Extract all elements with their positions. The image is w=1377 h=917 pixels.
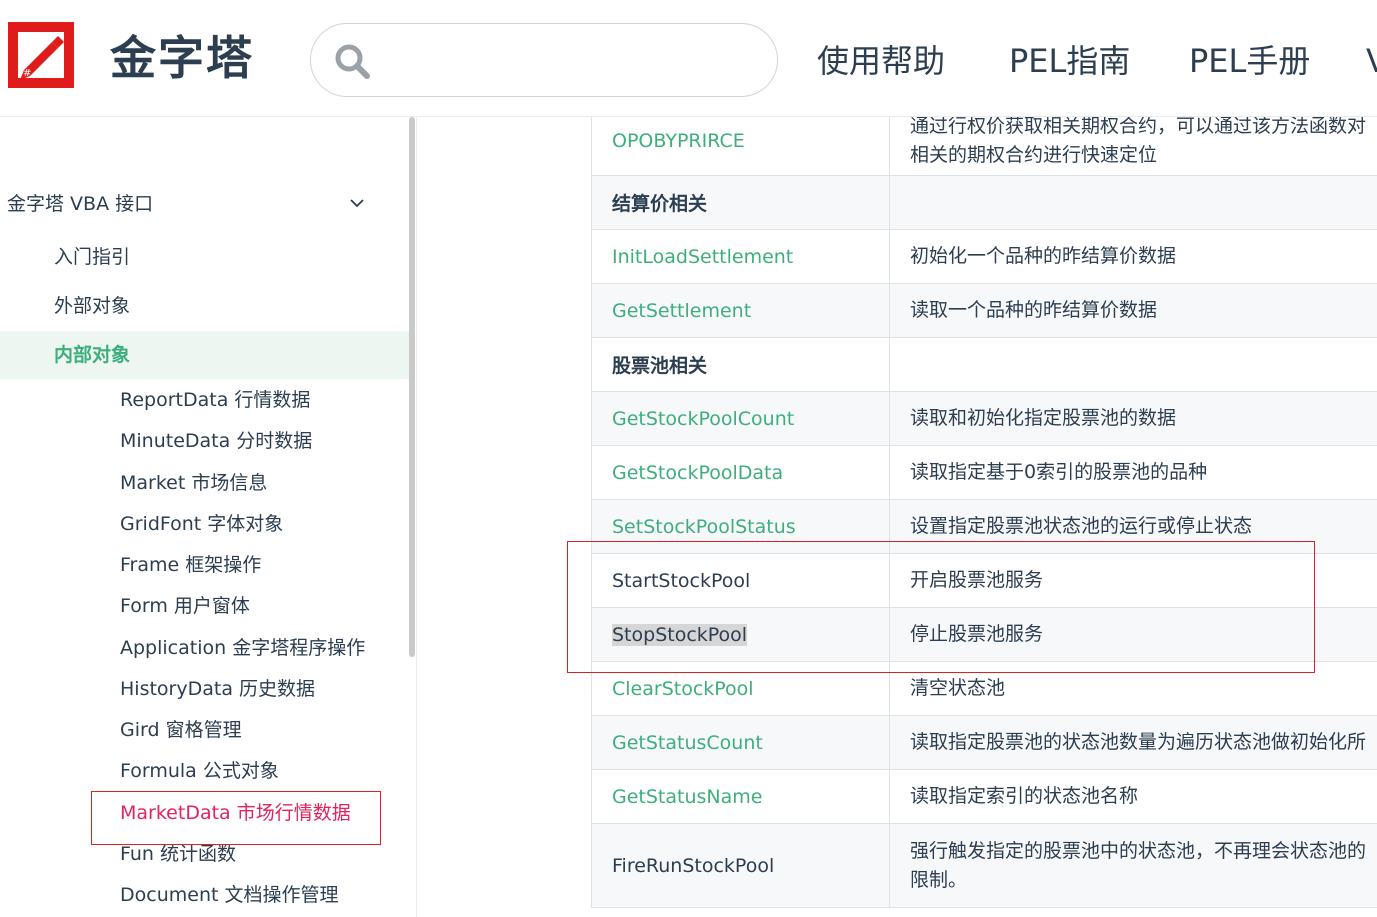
table-cell-name[interactable]: GetStockPoolCount — [591, 392, 890, 445]
table-row: 股票池相关 — [591, 338, 1377, 392]
sidebar-subitem-document[interactable]: Document 文档操作管理 — [120, 880, 338, 910]
nav-link-help[interactable]: 使用帮助 — [817, 36, 945, 86]
sidebar-subitem-marketdata[interactable]: MarketData 市场行情数据 — [120, 798, 351, 828]
table-row: GetStatusName 读取指定索引的状态池名称 — [591, 770, 1377, 824]
table-row: 结算价相关 — [591, 176, 1377, 230]
table-cell-name[interactable]: StopStockPool — [591, 608, 890, 661]
sidebar: 金字塔 VBA 接口 入门指引 外部对象 内部对象 ReportData 行情数… — [0, 117, 417, 917]
table-cell-desc: 读取和初始化指定股票池的数据 — [910, 407, 1177, 429]
table-cell-name[interactable]: StartStockPool — [591, 554, 890, 607]
nav-link-v[interactable]: V — [1366, 36, 1377, 86]
table-cell-name[interactable]: GetStatusCount — [591, 716, 890, 769]
sidebar-scrollbar[interactable] — [409, 117, 415, 657]
table-cell-desc: 初始化一个品种的昨结算价数据 — [910, 245, 1177, 267]
table-row: OPOBYPRIRCE 通过行权价获取相关期权合约，可以通过该方法函数对相关的期… — [591, 117, 1377, 176]
table-cell-desc: 清空状态池 — [910, 677, 1006, 699]
sidebar-subitem-reportdata[interactable]: ReportData 行情数据 — [120, 385, 310, 415]
table-cell-desc: 设置指定股票池状态池的运行或停止状态 — [910, 515, 1253, 537]
table-row: ClearStockPool 清空状态池 — [591, 662, 1377, 716]
sidebar-item-internal-objects[interactable]: 内部对象 — [54, 340, 130, 370]
table-row: GetSettlement 读取一个品种的昨结算价数据 — [591, 284, 1377, 338]
selected-text[interactable]: StopStockPool — [612, 623, 748, 646]
search-box[interactable] — [310, 23, 778, 97]
table-section-header: 结算价相关 — [591, 176, 890, 229]
table-cell-desc: 通过行权价获取相关期权合约，可以通过该方法函数对相关的期权合约进行快速定位 — [910, 117, 1367, 166]
nav-link-pel-guide[interactable]: PEL指南 — [1009, 36, 1130, 86]
sidebar-subitem-application[interactable]: Application 金字塔程序操作 — [120, 633, 365, 663]
sidebar-group-title[interactable]: 金字塔 VBA 接口 — [7, 189, 153, 219]
table-cell-desc: 读取指定基于0索引的股票池的品种 — [910, 461, 1208, 483]
pencil-logo-icon: # — [20, 36, 64, 80]
table-row: InitLoadSettlement 初始化一个品种的昨结算价数据 — [591, 230, 1377, 284]
table-cell-name[interactable]: FireRunStockPool — [591, 824, 890, 907]
table-cell-desc: 读取指定股票池的状态池数量为遍历状态池做初始化所 — [910, 731, 1367, 753]
sidebar-item-external-objects[interactable]: 外部对象 — [54, 291, 130, 321]
sidebar-subitem-fun[interactable]: Fun 统计函数 — [120, 839, 236, 869]
table-cell-desc: 读取一个品种的昨结算价数据 — [910, 299, 1158, 321]
svg-text:#: # — [23, 68, 31, 79]
sidebar-subitem-gridfont[interactable]: GridFont 字体对象 — [120, 509, 283, 539]
api-table: OPOBYPRIRCE 通过行权价获取相关期权合约，可以通过该方法函数对相关的期… — [591, 117, 1377, 917]
table-cell-name[interactable]: GetStatusName — [591, 770, 890, 823]
table-row: SetStockPoolStatus 设置指定股票池状态池的运行或停止状态 — [591, 500, 1377, 554]
table-row: StopStockPool 停止股票池服务 — [591, 608, 1377, 662]
table-cell-name[interactable]: GetStockPoolData — [591, 446, 890, 499]
table-row: GetStockPoolCount 读取和初始化指定股票池的数据 — [591, 392, 1377, 446]
table-cell-name[interactable]: ClearStockPool — [591, 662, 890, 715]
nav-link-pel-manual[interactable]: PEL手册 — [1189, 36, 1310, 86]
search-icon — [335, 44, 370, 79]
sidebar-subitem-gird[interactable]: Gird 窗格管理 — [120, 715, 242, 745]
table-section-header: 股票池相关 — [591, 338, 890, 391]
table-cell-desc: 停止股票池服务 — [910, 623, 1044, 645]
sidebar-subitem-market[interactable]: Market 市场信息 — [120, 468, 267, 498]
sidebar-subitem-formula[interactable]: Formula 公式对象 — [120, 756, 279, 786]
sidebar-subitem-historydata[interactable]: HistoryData 历史数据 — [120, 674, 315, 704]
table-cell-desc: 读取指定索引的状态池名称 — [910, 785, 1139, 807]
table-cell-name[interactable]: InitLoadSettlement — [591, 230, 890, 283]
table-cell-desc: 强行触发指定的股票池中的状态池，不再理会状态池的限制。 — [910, 839, 1367, 891]
top-header: # 金字塔 使用帮助 PEL指南 PEL手册 V — [0, 0, 1377, 117]
sidebar-subitem-minutedata[interactable]: MinuteData 分时数据 — [120, 426, 312, 456]
sidebar-item-getting-started[interactable]: 入门指引 — [54, 242, 130, 272]
sidebar-subitem-form[interactable]: Form 用户窗体 — [120, 591, 250, 621]
table-row: FireRunStockPool 强行触发指定的股票池中的状态池，不再理会状态池… — [591, 824, 1377, 908]
table-cell-desc — [890, 338, 1377, 391]
table-cell-name[interactable]: SetStockPoolStatus — [591, 500, 890, 553]
search-input[interactable] — [391, 38, 755, 84]
site-logo[interactable]: # — [8, 22, 74, 88]
site-name[interactable]: 金字塔 — [110, 28, 254, 88]
table-cell-desc — [890, 176, 1377, 229]
sidebar-subitem-frame[interactable]: Frame 框架操作 — [120, 550, 261, 580]
chevron-down-icon[interactable] — [348, 197, 366, 211]
table-row: StartStockPool 开启股票池服务 — [591, 554, 1377, 608]
table-cell-name[interactable]: GetSettlement — [591, 284, 890, 337]
table-cell-desc: 开启股票池服务 — [910, 569, 1044, 591]
table-cell-name[interactable]: OPOBYPRIRCE — [591, 117, 890, 175]
table-row: GetStatusCount 读取指定股票池的状态池数量为遍历状态池做初始化所 — [591, 716, 1377, 770]
table-row: GetStockPoolData 读取指定基于0索引的股票池的品种 — [591, 446, 1377, 500]
